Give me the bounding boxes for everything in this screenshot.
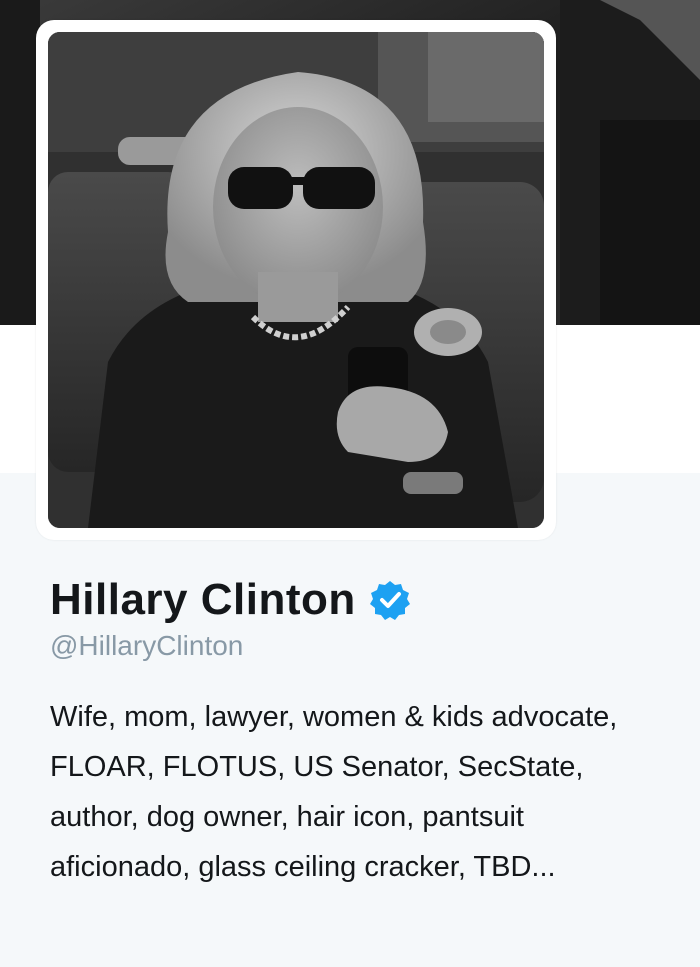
profile-bio: Wife, mom, lawyer, women & kids advocate… [50,701,618,883]
profile-name[interactable]: Hillary Clinton [50,575,356,625]
avatar-photo [48,32,544,528]
profile-photo-icon [48,32,544,528]
profile-name-row: Hillary Clinton [50,572,412,628]
profile-avatar[interactable] [36,20,556,540]
profile-handle[interactable]: @HillaryClinton [50,630,243,662]
verified-badge-icon [368,578,412,622]
